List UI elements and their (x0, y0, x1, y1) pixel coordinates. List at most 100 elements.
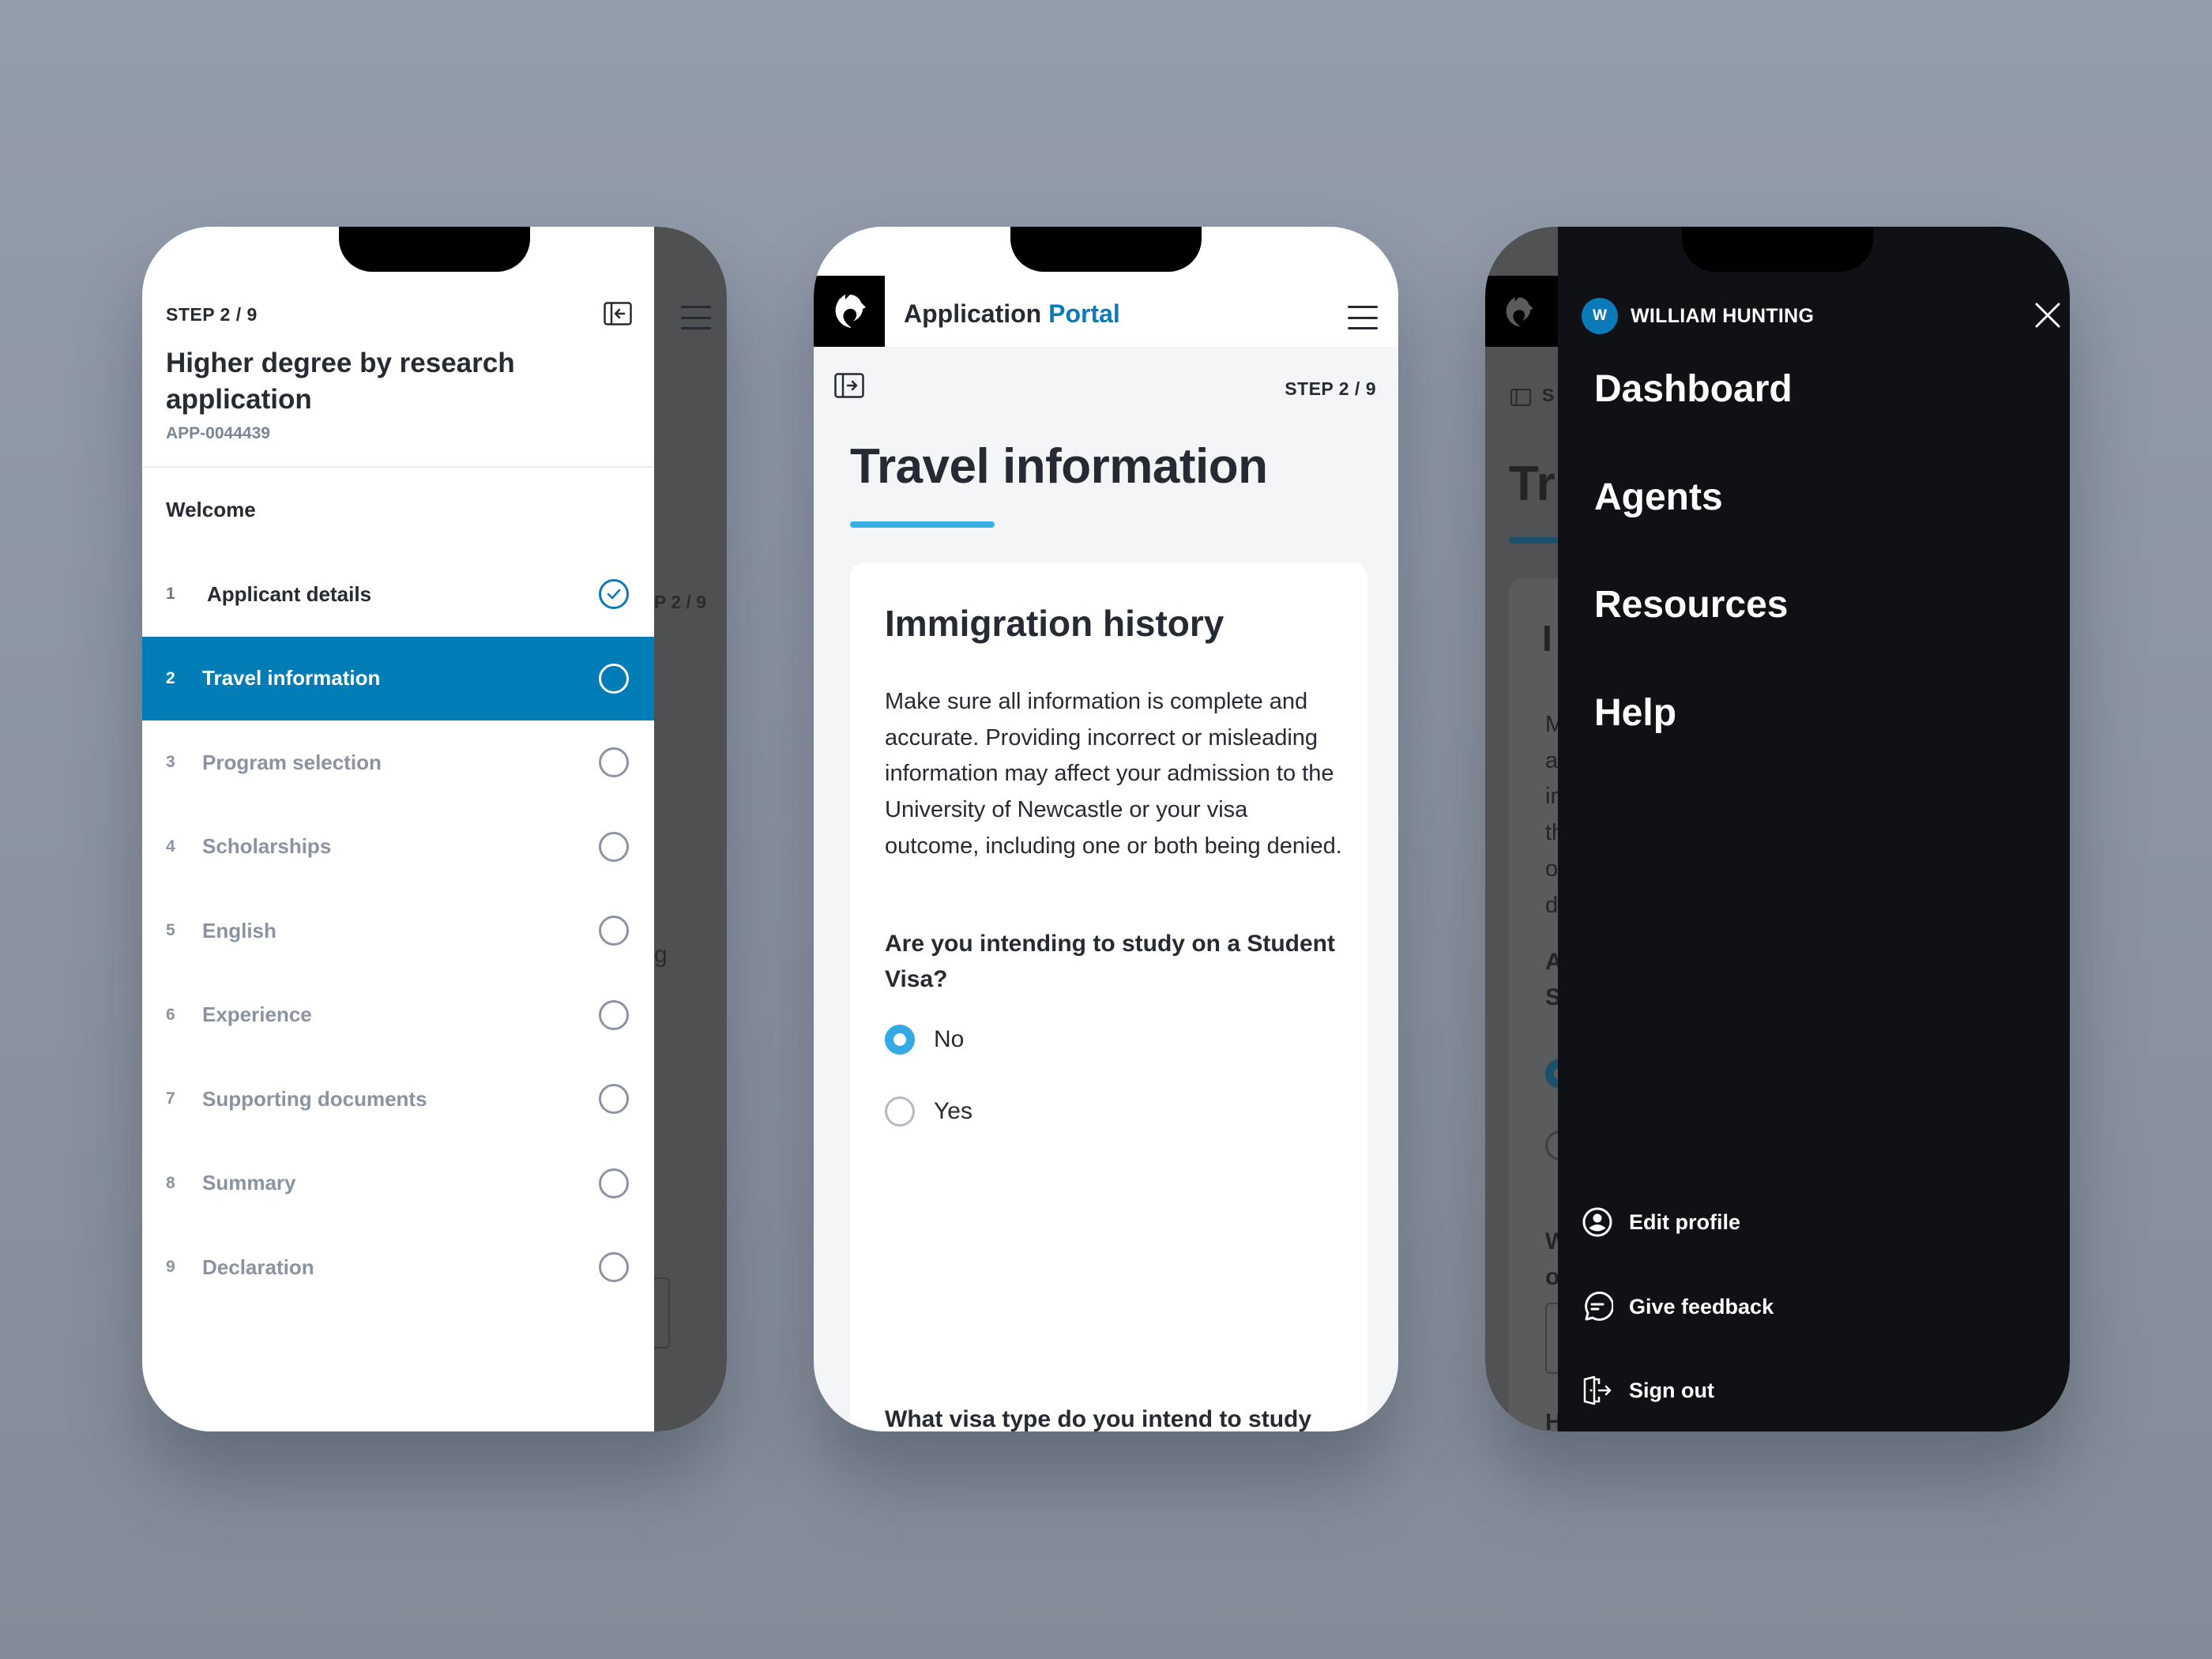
empty-circle-icon (599, 916, 629, 946)
step-label: Declaration (202, 1255, 314, 1279)
util-label: Give feedback (1629, 1294, 1774, 1319)
nav-item-agents[interactable]: Agents (1594, 476, 1723, 519)
chat-bubble-icon (1585, 1291, 1613, 1321)
check-circle-icon (599, 579, 629, 610)
ghost-text: in (1545, 784, 1558, 810)
radio-option-no[interactable]: No (885, 1025, 964, 1055)
step-label: Experience (202, 1003, 312, 1027)
ghost-text-block: W o (1545, 1224, 1558, 1295)
nav-item-resources[interactable]: Resources (1594, 583, 1788, 626)
ghost-text: o (1545, 1264, 1558, 1290)
user-name: WILLIAM HUNTING (1631, 304, 1815, 327)
step-number: 1 (166, 585, 175, 604)
radio-button[interactable] (885, 1097, 915, 1127)
step-label: English (202, 918, 276, 942)
page-title: Travel information (850, 439, 1268, 494)
avatar: W (1582, 298, 1618, 334)
ghost-text: d (1545, 892, 1558, 918)
sign-out-icon (1583, 1375, 1612, 1405)
step-number: 4 (166, 837, 175, 856)
horse-logo-icon (1506, 297, 1533, 327)
sign-out-link[interactable]: Sign out (1582, 1375, 1714, 1406)
ghost-step-label: P 2 / 9 (654, 592, 707, 612)
step-number: 5 (166, 921, 175, 940)
ghost-text: Tr (1509, 457, 1556, 511)
section-title: Immigration history (885, 603, 1224, 644)
ghost-text: o (1545, 856, 1558, 882)
step-item[interactable]: 5 English (142, 889, 654, 973)
radio-button-checked[interactable] (885, 1025, 915, 1055)
expand-drawer-button[interactable] (834, 373, 864, 398)
question-student-visa: Are you intending to study on a Student … (885, 931, 1335, 992)
collapse-drawer-button[interactable] (604, 302, 632, 325)
step-item[interactable]: 9 Declaration (142, 1225, 654, 1310)
step-indicator: STEP 2 / 9 (166, 304, 258, 325)
empty-circle-icon (599, 831, 629, 862)
step-item[interactable]: 8 Summary (142, 1142, 654, 1226)
step-item[interactable]: 4 Scholarships (142, 805, 654, 890)
logo[interactable] (814, 276, 885, 347)
dimmed-background[interactable]: S Tr I M a in th o d A S W o H (1485, 227, 1558, 1431)
phone-form: Application Portal STEP 2 / 9 Travel inf… (814, 227, 1398, 1431)
give-feedback-link[interactable]: Give feedback (1582, 1291, 1774, 1322)
phone-nav-menu: S Tr I M a in th o d A S W o H W WILLIAM… (1485, 227, 2070, 1431)
edit-profile-link[interactable]: Edit profile (1582, 1206, 1740, 1238)
brand-primary: Application (904, 299, 1042, 328)
ghost-text: S (1542, 385, 1555, 405)
step-label: Program selection (202, 750, 382, 774)
util-label: Sign out (1629, 1378, 1714, 1402)
ghost-text: W (1545, 1228, 1558, 1255)
divider (142, 466, 654, 468)
step-number: 7 (166, 1089, 175, 1108)
nav-item-dashboard[interactable]: Dashboard (1594, 367, 1793, 411)
phone-step-drawer: P 2 / 9 g STEP 2 / 9 Higher degree by re… (142, 227, 727, 1431)
step-item[interactable]: 6 Experience (142, 973, 654, 1058)
ghost-underline (1509, 537, 1558, 544)
close-icon (2035, 303, 2060, 328)
empty-circle-icon (599, 747, 629, 778)
ghost-text: H (1545, 1409, 1558, 1431)
welcome-link[interactable]: Welcome (166, 498, 256, 522)
sidebar-collapse-icon (604, 302, 632, 325)
step-item[interactable]: 3 Program selection (142, 720, 654, 805)
ghost-text: a (1545, 747, 1558, 773)
radio-option-yes[interactable]: Yes (885, 1097, 972, 1127)
step-label: Supporting documents (202, 1086, 427, 1111)
dimmed-background[interactable]: P 2 / 9 g (646, 227, 727, 1431)
sidebar-expand-icon (834, 373, 864, 398)
ghost-text: I (1542, 618, 1552, 659)
empty-circle-icon (599, 999, 629, 1030)
empty-circle-icon (599, 663, 629, 694)
step-item[interactable]: 2 Travel information (142, 636, 654, 720)
app-brand: Application Portal (904, 299, 1120, 329)
step-label: Summary (202, 1171, 296, 1195)
phone-notch (339, 227, 530, 272)
application-id: APP-0044439 (166, 424, 270, 442)
hamburger-menu-icon[interactable] (1348, 306, 1378, 329)
step-number: 6 (166, 1005, 175, 1024)
ghost-text: g (654, 942, 668, 968)
horse-logo-icon (835, 295, 866, 328)
ghost-text-block: M a in th o d (1545, 707, 1558, 924)
util-label: Edit profile (1629, 1209, 1740, 1234)
application-title: Higher degree by research application (166, 348, 515, 415)
radio-label: Yes (934, 1098, 972, 1124)
empty-circle-icon (599, 1252, 629, 1283)
step-item[interactable]: 7 Supporting documents (142, 1057, 654, 1142)
intro-text: Make sure all information is complete an… (885, 689, 1342, 859)
step-item[interactable]: 1 Applicant details (142, 552, 654, 637)
empty-circle-icon (599, 1084, 629, 1115)
close-menu-button[interactable] (2032, 299, 2063, 331)
step-number: 2 (166, 668, 175, 687)
step-list: 1 Applicant details 2 Travel information 3 Pr… (142, 552, 654, 1310)
hamburger-menu-icon (681, 306, 711, 329)
step-indicator: STEP 2 / 9 (1285, 378, 1376, 399)
nav-item-help[interactable]: Help (1594, 691, 1676, 735)
step-label: Applicant details (207, 581, 372, 606)
step-label: Scholarships (202, 834, 332, 859)
checkmark-icon (607, 589, 621, 600)
nav-menu: W WILLIAM HUNTING Dashboard Agents Resou… (1558, 227, 2070, 1431)
user-info: W WILLIAM HUNTING (1582, 298, 1814, 334)
ghost-input (1545, 1303, 1558, 1374)
phone-notch (1682, 227, 1873, 272)
